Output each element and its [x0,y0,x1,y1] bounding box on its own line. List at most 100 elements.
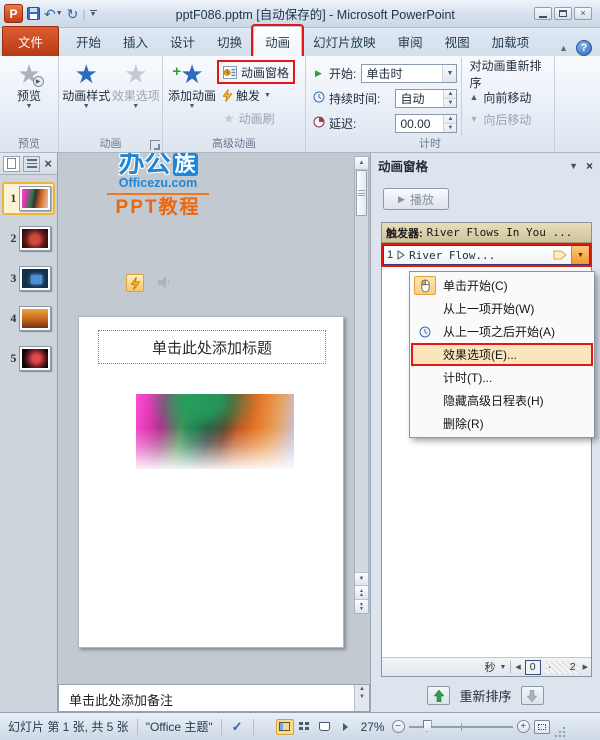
trigger-button[interactable]: 触发 ▼ [219,85,293,105]
tab-home[interactable]: 开始 [65,27,112,56]
watermark-logo: 办公 族 Officezu.com PPT教程 [104,153,212,219]
add-animation-button[interactable]: + ★ 添加动画 ▼ [165,58,219,137]
animation-pane-icon [223,65,237,79]
restore-button[interactable] [554,7,572,20]
fit-to-window-icon[interactable] [533,719,550,734]
slide-thumbnail-1[interactable]: 1 [2,182,55,215]
close-button[interactable]: × [574,7,592,20]
animation-item[interactable]: 1 River Flow... ▼ [383,245,590,265]
play-icon: ▶ [398,193,405,204]
tab-design[interactable]: 设计 [159,27,206,56]
slide-thumbnail-4[interactable]: 4 [2,302,55,335]
collapse-ribbon-icon[interactable]: ▲ [559,43,568,53]
menu-item-timing[interactable]: 计时(T)... [411,366,593,389]
spellcheck-icon[interactable]: ✓ [222,719,253,735]
scroll-up-icon[interactable]: ▲ [355,157,368,170]
menu-item-effect-options[interactable]: 效果选项(E)... [411,343,593,366]
status-bar: 幻灯片 第 1 张, 共 5 张 "Office 主题" ✓ 27% − + [0,712,600,740]
reorder-down-button[interactable] [520,686,544,705]
chevron-down-icon[interactable]: ▼ [499,664,506,671]
play-button[interactable]: ▶ 播放 [383,188,449,210]
animation-styles-button[interactable]: ★ 动画样式 ▼ [61,58,111,137]
slide-picture[interactable] [136,394,294,469]
tab-insert[interactable]: 插入 [112,27,159,56]
group-label-timing: 计时 [419,138,441,150]
effect-options-button[interactable]: ★ 效果选项 ▼ [111,58,160,137]
normal-view-button[interactable] [275,718,294,735]
timeline-unit: 秒 [484,662,496,674]
start-combobox[interactable]: 单击时 ▼ [361,64,458,83]
zoom-slider[interactable] [408,720,513,733]
notes-placeholder[interactable]: 单击此处添加备注 [59,685,354,711]
zoom-in-icon[interactable]: + [516,720,530,733]
slides-tab[interactable] [3,155,20,172]
customize-qat-icon[interactable]: ▼ [89,9,97,18]
slide-thumbnail-3[interactable]: 3 [2,262,55,295]
duration-spinner[interactable]: 自动 ▲ ▼ [395,89,458,108]
animation-painter-button[interactable]: ★ 动画刷 [219,108,293,128]
close-panel-icon[interactable]: × [44,156,54,171]
next-slide-button[interactable]: ▼ ▼ [355,599,368,613]
tab-view[interactable]: 视图 [434,27,481,56]
tab-animations[interactable]: 动画 [251,24,305,58]
slide-sorter-view-button[interactable] [296,719,314,735]
ribbon: ★ ▶ 预览 ▼ 预览 ★ 动画样式 ▼ ★ 效果选项 ▼ 动画 + ★ 添加动画 … [0,56,600,153]
undo-icon[interactable]: ↶ ▼ [44,7,63,21]
slide-thumbnail-5[interactable]: 5 [2,342,55,375]
zoom-out-icon[interactable]: − [391,720,405,733]
tab-addins[interactable]: 加载项 [481,27,541,56]
notes-scrollbar[interactable]: ▲ ▼ [354,685,369,711]
preview-button[interactable]: ★ ▶ 预览 ▼ [3,58,55,137]
spinner-buttons[interactable]: ▲ ▼ [443,90,457,107]
minimize-button[interactable] [534,7,552,20]
save-icon[interactable] [27,7,40,20]
item-dropdown-icon[interactable]: ▼ [571,246,589,264]
timeline-right-icon[interactable]: ▶ [583,663,588,671]
tab-file[interactable]: 文件 [2,26,60,56]
speaker-icon[interactable] [157,275,173,293]
scroll-down-icon[interactable]: ▼ [355,572,368,585]
tab-slideshow[interactable]: 幻灯片放映 [302,27,387,56]
menu-item-start-on-click[interactable]: 单击开始(C) [411,274,593,297]
undo-dropdown-icon[interactable]: ▼ [56,7,63,21]
menu-item-remove[interactable]: 删除(R) [411,412,593,435]
move-later-button[interactable]: ▼ 向后移动 [469,108,552,130]
outline-tab[interactable] [23,155,40,172]
slide-thumbnail-2[interactable]: 2 [2,222,55,255]
chevron-down-icon[interactable]: ▼ [442,65,457,82]
group-animation: ★ 动画样式 ▼ ★ 效果选项 ▼ 动画 [59,56,163,152]
tab-transitions[interactable]: 切换 [206,27,253,56]
slideshow-view-button[interactable] [336,719,354,735]
tab-review[interactable]: 审阅 [387,27,434,56]
menu-item-hide-advanced-timeline[interactable]: 隐藏高级日程表(H) [411,389,593,412]
menu-item-start-after-previous[interactable]: 从上一项之后开始(A) [411,320,593,343]
reorder-label: 重新排序 [459,689,512,704]
theme-name[interactable]: "Office 主题" [138,718,221,735]
title-placeholder[interactable]: 单击此处添加标题 [98,330,326,364]
slide-counter: 幻灯片 第 1 张, 共 5 张 [8,720,129,734]
notes-pane: 单击此处添加备注 ▲ ▼ [58,684,370,712]
trigger-lightning-icon[interactable] [126,274,144,292]
zoom-level[interactable]: 27% [354,720,392,734]
vertical-scrollbar[interactable]: ▲ ▼ ▲ ▲ ▼ ▼ [354,156,369,614]
help-icon[interactable]: ? [576,40,592,56]
pane-close-icon[interactable]: × [586,159,593,173]
previous-slide-button[interactable]: ▲ ▲ [355,585,368,599]
zoom-slider-thumb[interactable] [422,720,432,732]
redo-icon[interactable]: ↻ [67,7,79,21]
pane-menu-icon[interactable]: ▼ [569,161,578,171]
powerpoint-icon[interactable]: P [4,4,23,23]
window-title: pptF086.pptm [自动保存的] - Microsoft PowerPo… [175,8,455,22]
delay-spinner[interactable]: 00.00 ▲ ▼ [395,114,458,133]
slide[interactable]: 单击此处添加标题 [78,316,344,648]
slide-thumbnail-panel: × 1 2 3 4 5 [0,153,58,713]
timeline-left-icon[interactable]: ◀ [515,663,520,671]
reading-view-button[interactable] [316,719,334,735]
resize-grip [554,713,568,740]
scrollbar-thumb[interactable] [356,170,367,216]
down-arrow-icon: ▼ [469,114,479,124]
spinner-buttons[interactable]: ▲ ▼ [443,115,457,132]
animation-pane-button[interactable]: 动画窗格 [216,60,296,84]
reorder-up-button[interactable] [427,686,451,705]
menu-item-start-with-previous[interactable]: 从上一项开始(W) [411,297,593,320]
